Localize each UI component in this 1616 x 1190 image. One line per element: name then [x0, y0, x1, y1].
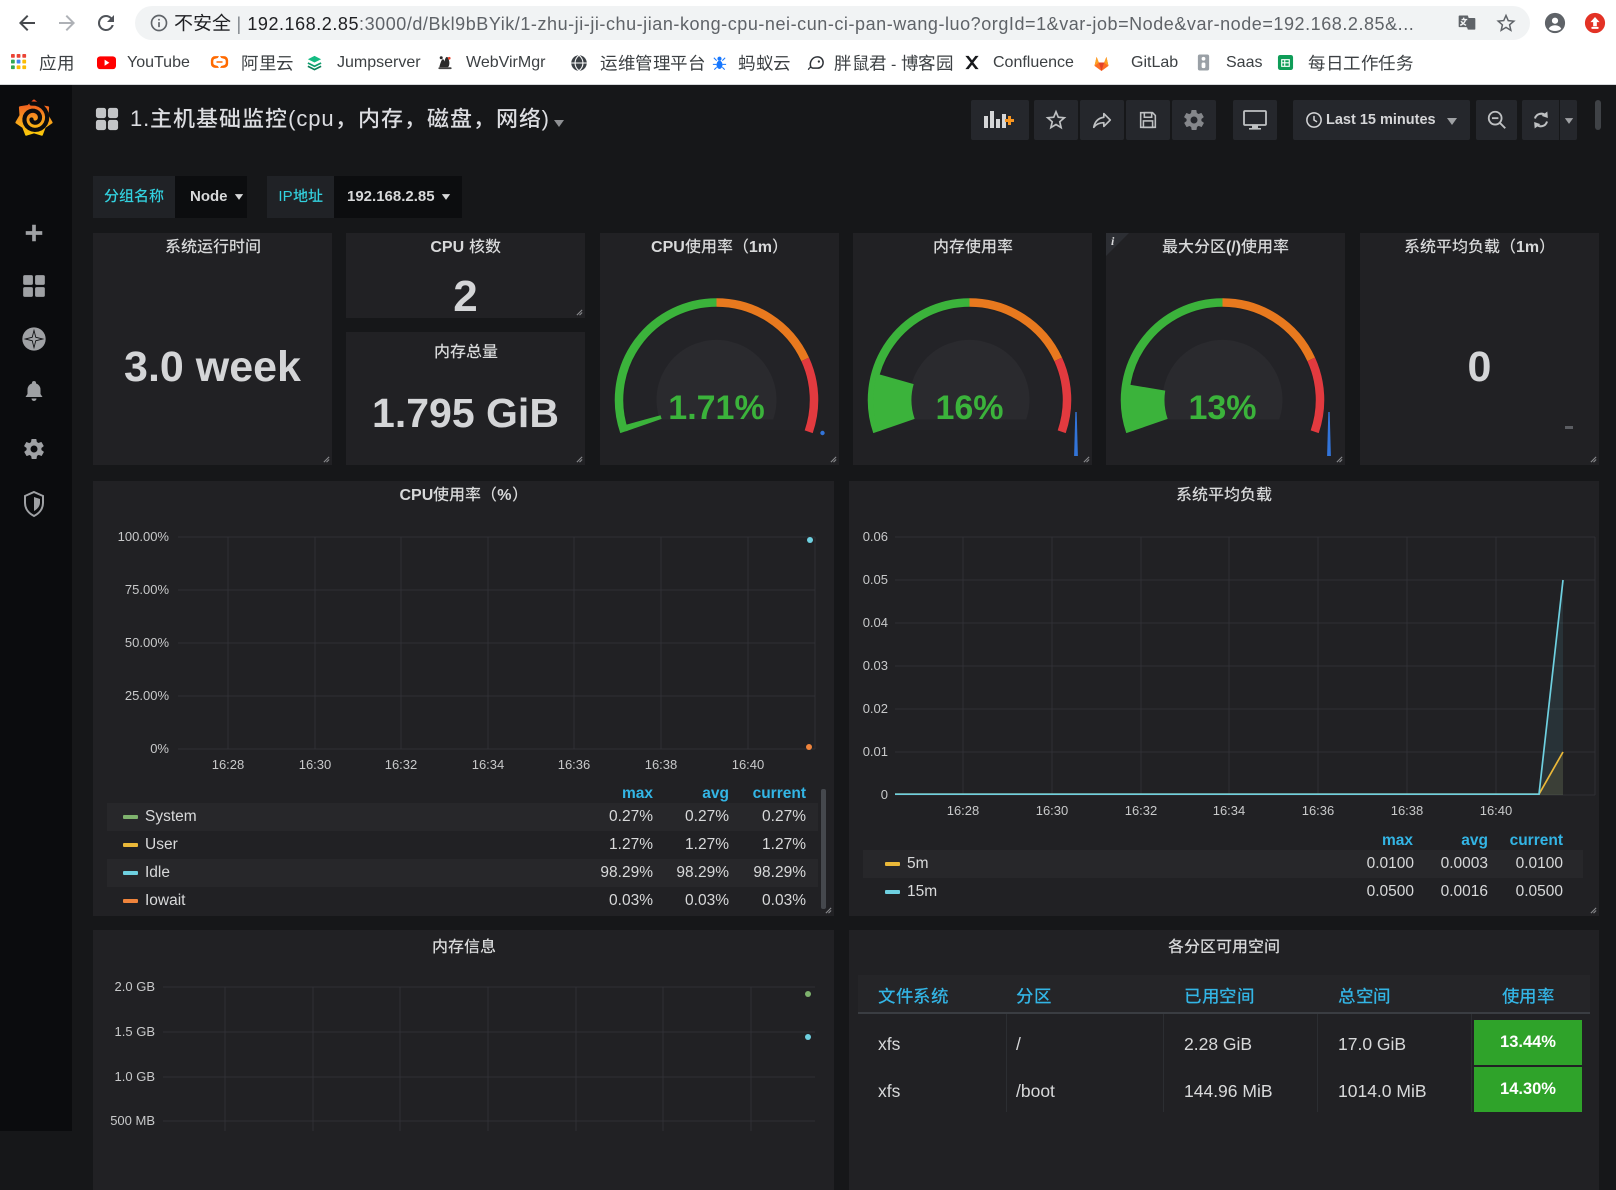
svg-text:16:32: 16:32 — [385, 757, 418, 772]
svg-text:1.0 GB: 1.0 GB — [115, 1069, 155, 1084]
svg-text:16:38: 16:38 — [645, 757, 678, 772]
svg-text:50.00%: 50.00% — [125, 635, 170, 650]
svg-text:16:40: 16:40 — [732, 757, 765, 772]
svg-text:16:28: 16:28 — [947, 803, 980, 818]
svg-text:16:28: 16:28 — [212, 757, 245, 772]
svg-text:16:36: 16:36 — [558, 757, 591, 772]
svg-text:0.04: 0.04 — [863, 615, 888, 630]
svg-text:0.02: 0.02 — [863, 701, 888, 716]
svg-text:0%: 0% — [150, 741, 169, 756]
svg-text:0: 0 — [881, 787, 888, 802]
svg-text:16:34: 16:34 — [472, 757, 505, 772]
svg-text:75.00%: 75.00% — [125, 582, 170, 597]
svg-text:16:40: 16:40 — [1480, 803, 1513, 818]
svg-text:25.00%: 25.00% — [125, 688, 170, 703]
svg-text:0.01: 0.01 — [863, 744, 888, 759]
svg-text:100.00%: 100.00% — [118, 529, 170, 544]
svg-text:16:32: 16:32 — [1125, 803, 1158, 818]
svg-text:2.0 GB: 2.0 GB — [115, 979, 155, 994]
svg-text:16:36: 16:36 — [1302, 803, 1335, 818]
svg-text:16:38: 16:38 — [1391, 803, 1424, 818]
svg-text:500 MB: 500 MB — [110, 1113, 155, 1128]
svg-text:16:30: 16:30 — [299, 757, 332, 772]
svg-text:0.06: 0.06 — [863, 529, 888, 544]
svg-text:0.03: 0.03 — [863, 658, 888, 673]
svg-text:1.5 GB: 1.5 GB — [115, 1024, 155, 1039]
svg-text:16:30: 16:30 — [1036, 803, 1069, 818]
svg-text:16:34: 16:34 — [1213, 803, 1246, 818]
svg-text:0.05: 0.05 — [863, 572, 888, 587]
